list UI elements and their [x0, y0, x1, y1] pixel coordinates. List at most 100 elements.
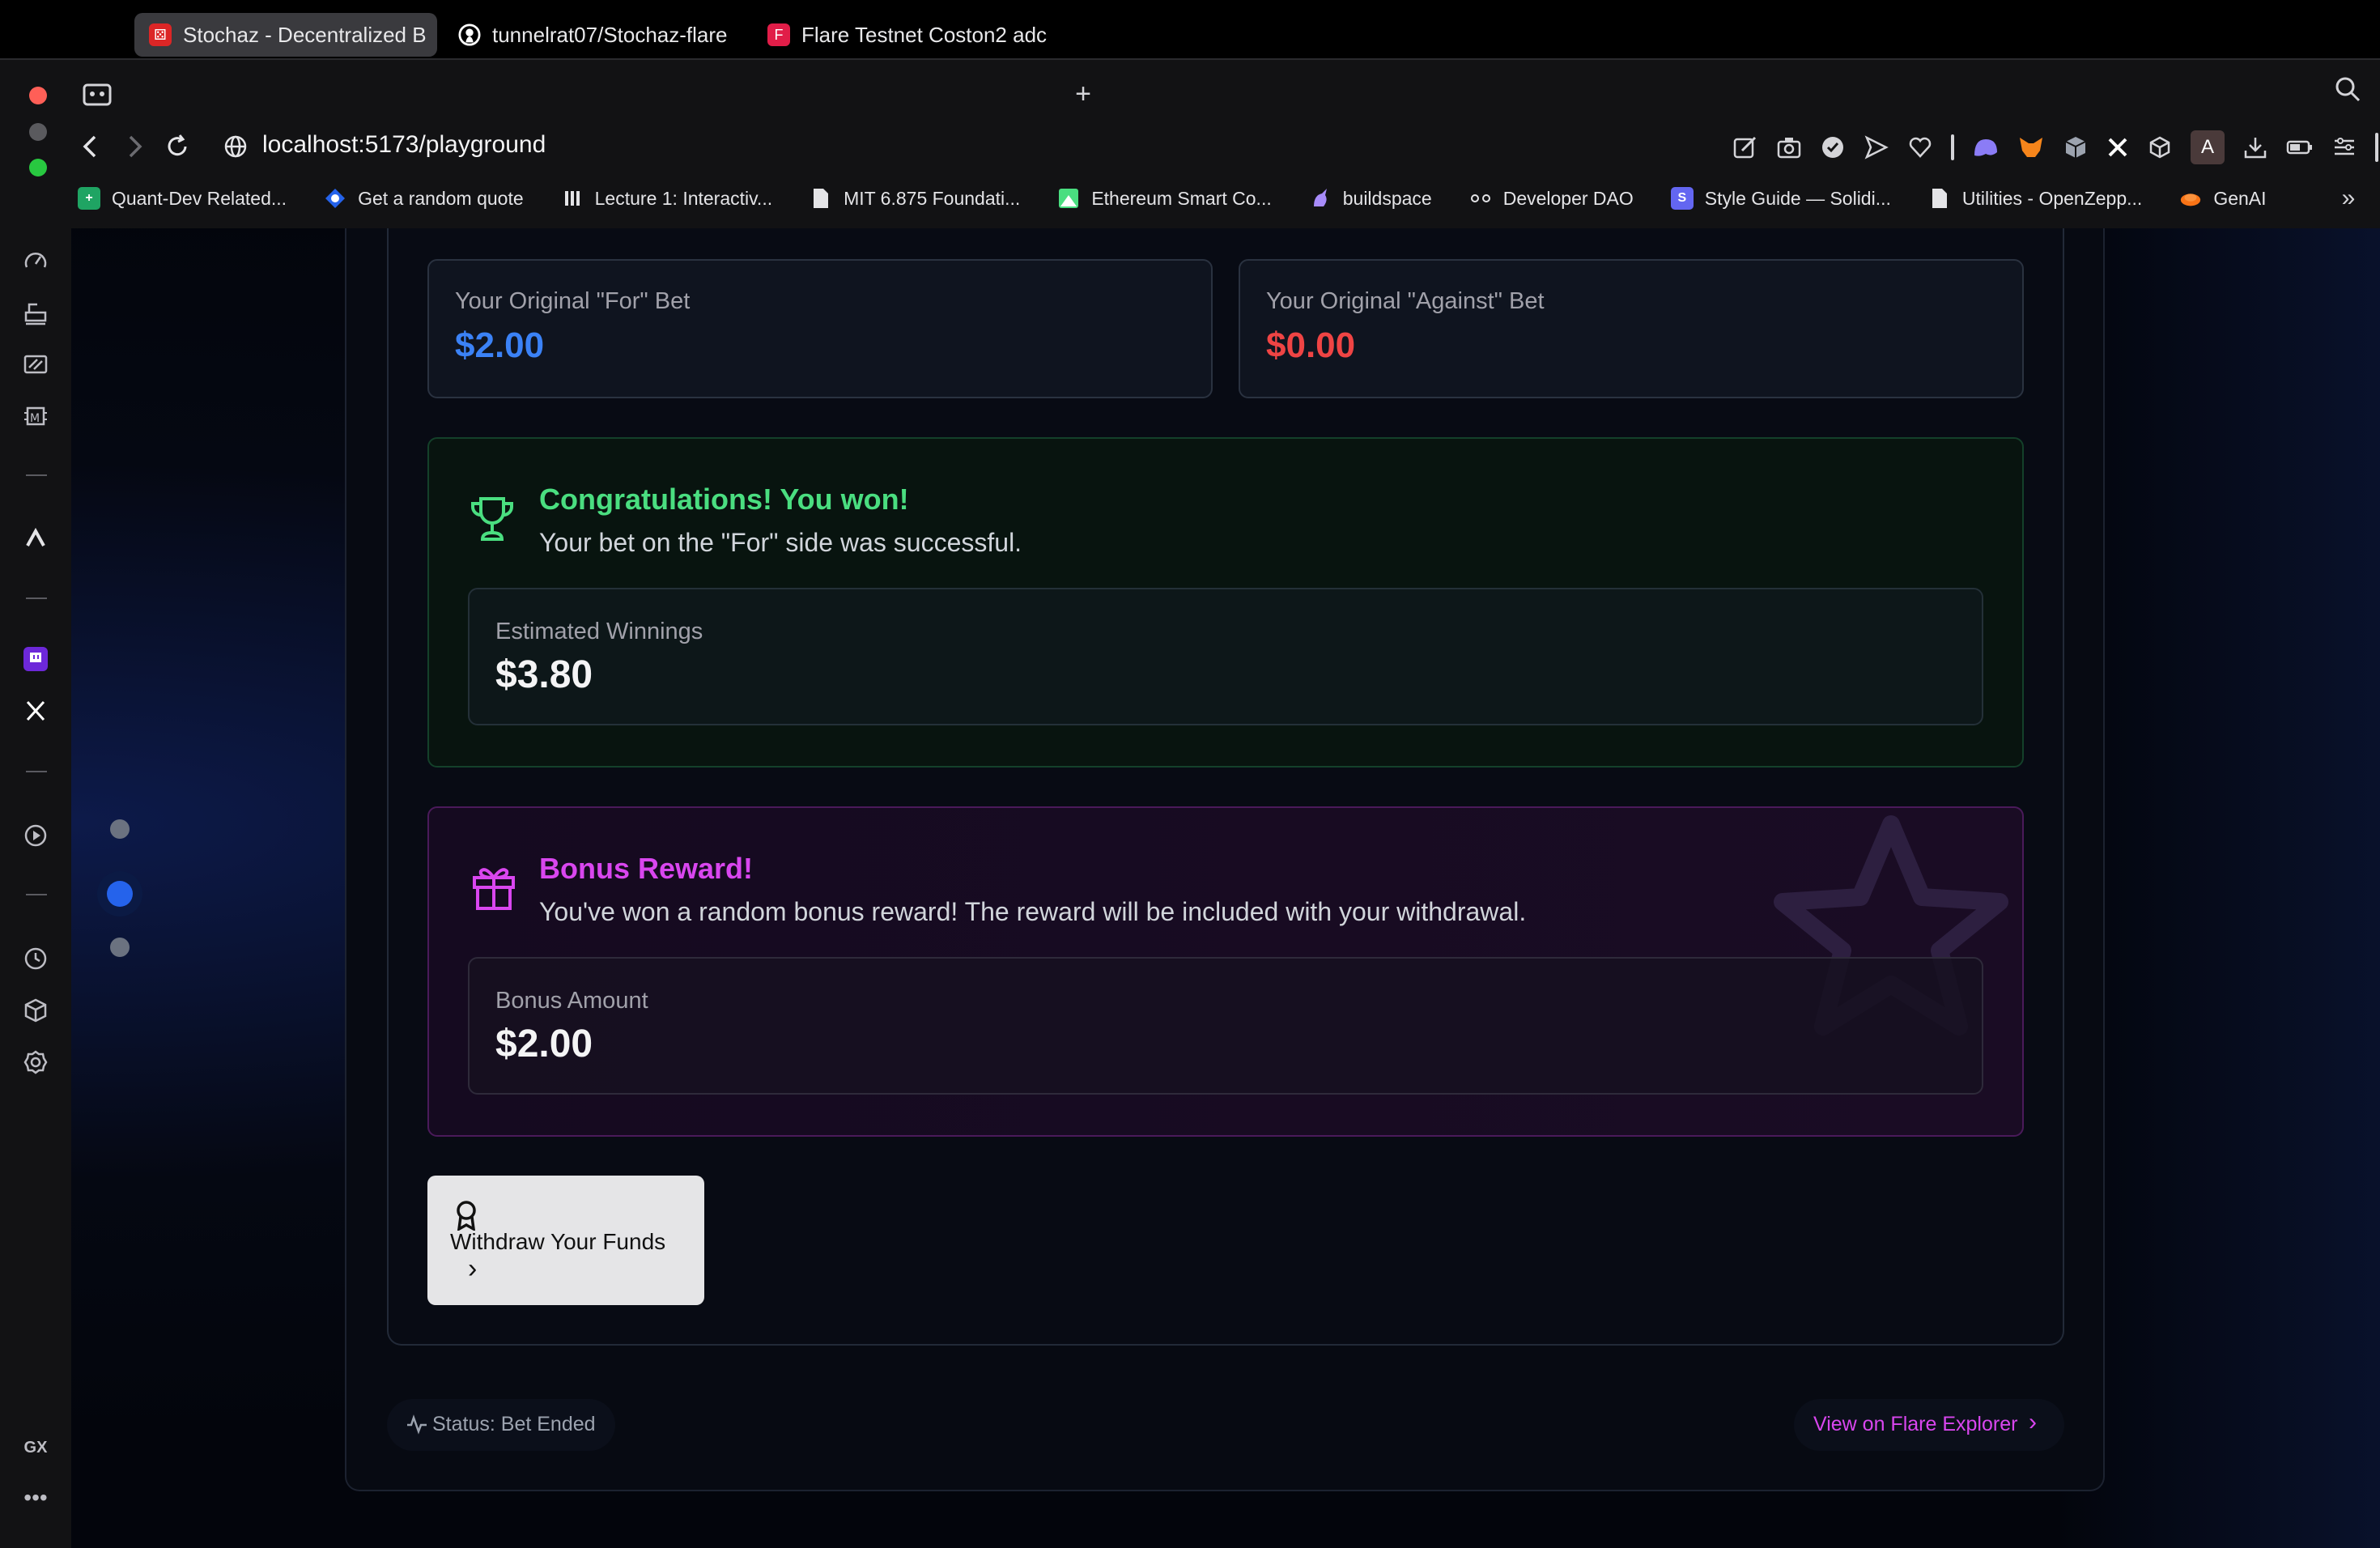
withdraw-chevron-icon: ›	[468, 1253, 478, 1284]
for-bet-card	[427, 259, 1213, 398]
bookmark-item[interactable]: Ethereum Smart Co...	[1057, 187, 1272, 210]
profile-avatar[interactable]: A	[2191, 130, 2225, 164]
flare-icon: F	[767, 23, 790, 46]
bookmark-label: Get a random quote	[358, 187, 524, 209]
ghost-extension-icon[interactable]	[1972, 134, 2000, 160]
shield-check-icon[interactable]	[1820, 134, 1846, 160]
bookmark-label: Style Guide — Solidi...	[1704, 187, 1891, 209]
box-icon[interactable]	[2147, 134, 2173, 160]
address-bar[interactable]: localhost:5173/playground	[262, 131, 546, 159]
diamond-icon	[324, 187, 346, 210]
toolbar-extensions: A	[1732, 130, 2378, 164]
bookmark-item[interactable]: + Quant-Dev Related...	[78, 187, 287, 210]
bonus-amount-label: Bonus Amount	[495, 988, 648, 1014]
player-icon[interactable]	[19, 819, 52, 852]
gx-label[interactable]: GX	[19, 1431, 52, 1464]
x-twitter-icon[interactable]	[19, 695, 52, 727]
sheet-icon: +	[78, 187, 100, 210]
battery-icon[interactable]	[2286, 134, 2314, 160]
twitch-icon[interactable]	[19, 643, 52, 675]
bookmark-item[interactable]: Lecture 1: Interactiv...	[561, 187, 772, 210]
sidebar-separator	[26, 771, 47, 772]
gift-icon	[470, 861, 518, 913]
bookmark-item[interactable]: Get a random quote	[324, 187, 524, 210]
bookmark-item[interactable]: MIT 6.875 Foundati...	[810, 187, 1020, 210]
history-icon[interactable]	[19, 942, 52, 975]
metamask-icon[interactable]	[2017, 134, 2045, 160]
reload-icon[interactable]	[164, 133, 191, 160]
browser-sidebar: M GX •••	[0, 228, 71, 1548]
explorer-chevron-icon: ›	[2029, 1409, 2037, 1435]
explorer-link[interactable]: View on Flare Explorer	[1813, 1413, 2017, 1436]
new-tab-button[interactable]: +	[1067, 78, 1099, 110]
bookmark-label: Quant-Dev Related...	[112, 187, 287, 209]
for-bet-label: Your Original "For" Bet	[455, 288, 691, 314]
x-extension-icon[interactable]	[2106, 136, 2129, 159]
genai-icon	[2179, 187, 2202, 210]
more-options-icon[interactable]: •••	[19, 1482, 52, 1514]
bookmark-item[interactable]: S Style Guide — Solidi...	[1670, 187, 1891, 210]
extensions-cube-icon[interactable]	[19, 994, 52, 1027]
winnings-label: Estimated Winnings	[495, 619, 703, 644]
carousel-dot[interactable]	[110, 938, 130, 957]
carousel-dot-active[interactable]	[107, 881, 133, 907]
camera-icon[interactable]	[1776, 134, 1802, 160]
download-icon[interactable]	[2242, 134, 2268, 160]
sidebar-separator	[26, 894, 47, 895]
easy-setup-icon[interactable]	[2331, 134, 2357, 160]
award-icon	[453, 1200, 479, 1232]
maximize-window-button[interactable]	[29, 159, 47, 176]
bonus-subtitle: You've won a random bonus reward! The re…	[539, 897, 1527, 926]
carousel-dot[interactable]	[110, 819, 130, 839]
heart-icon[interactable]	[1907, 134, 1933, 160]
site-info-icon[interactable]	[222, 133, 249, 160]
bookmark-label: Lecture 1: Interactiv...	[594, 187, 773, 209]
tab-title: Flare Testnet Coston2 adc	[801, 22, 1048, 47]
bookmark-item[interactable]: Utilities - OpenZepp...	[1928, 187, 2142, 210]
speed-dial-icon[interactable]	[19, 245, 52, 277]
winnings-value: $3.80	[495, 653, 593, 696]
tab-title: tunnelrat07/Stochaz-flare	[492, 22, 728, 47]
tab-stochaz[interactable]: ⚄ Stochaz - Decentralized B	[134, 13, 437, 57]
bookmark-label: MIT 6.875 Foundati...	[844, 187, 1021, 209]
settings-gear-icon[interactable]	[19, 1046, 52, 1078]
aria-icon[interactable]	[19, 521, 52, 554]
bookmark-item[interactable]: buildspace	[1309, 187, 1432, 210]
cube-extension-icon[interactable]	[2063, 134, 2089, 160]
winnings-box	[468, 588, 1983, 725]
bookmark-item[interactable]: GenAI	[2179, 187, 2267, 210]
doc-icon	[1928, 187, 1951, 210]
toolbar-divider	[1951, 134, 1954, 160]
bookmark-label: Utilities - OpenZepp...	[1961, 187, 2143, 209]
bookmarks-overflow-icon[interactable]: »	[2335, 185, 2362, 212]
win-title: Congratulations! You won!	[539, 483, 909, 516]
sidebar-separator	[26, 474, 47, 476]
bonus-amount-box	[468, 957, 1983, 1095]
doc-icon	[810, 187, 832, 210]
send-icon[interactable]	[1864, 134, 1889, 160]
minimize-window-button[interactable]	[29, 123, 47, 141]
dao-icon	[1469, 187, 1492, 210]
win-subtitle: Your bet on the "For" side was successfu…	[539, 528, 1022, 557]
bookmark-item[interactable]: Developer DAO	[1469, 187, 1634, 210]
gx-cleaner-icon[interactable]: M	[19, 400, 52, 432]
sidebar-separator	[26, 598, 47, 599]
bonus-amount-value: $2.00	[495, 1023, 593, 1065]
gx-corner-icon[interactable]	[19, 296, 52, 329]
for-bet-value: $2.00	[455, 325, 545, 365]
gx-control-icon[interactable]	[19, 348, 52, 381]
toolbar-divider	[2375, 133, 2378, 162]
edit-page-icon[interactable]	[1732, 134, 1758, 160]
tab-flare[interactable]: F Flare Testnet Coston2 adc	[753, 13, 1052, 57]
search-tabs-icon[interactable]	[2331, 73, 2364, 105]
tab-overview-icon[interactable]	[81, 81, 113, 108]
tab-github[interactable]: tunnelrat07/Stochaz-flare	[444, 13, 743, 57]
bookmark-label: GenAI	[2213, 187, 2267, 209]
dice-icon: ⚄	[149, 23, 172, 46]
close-window-button[interactable]	[29, 87, 47, 104]
activity-icon	[406, 1414, 427, 1435]
bookmarks-bar: + Quant-Dev Related... Get a random quote…	[78, 185, 2267, 212]
forward-icon[interactable]	[123, 133, 147, 160]
svg-text:M: M	[30, 412, 40, 425]
back-icon[interactable]	[78, 133, 102, 160]
